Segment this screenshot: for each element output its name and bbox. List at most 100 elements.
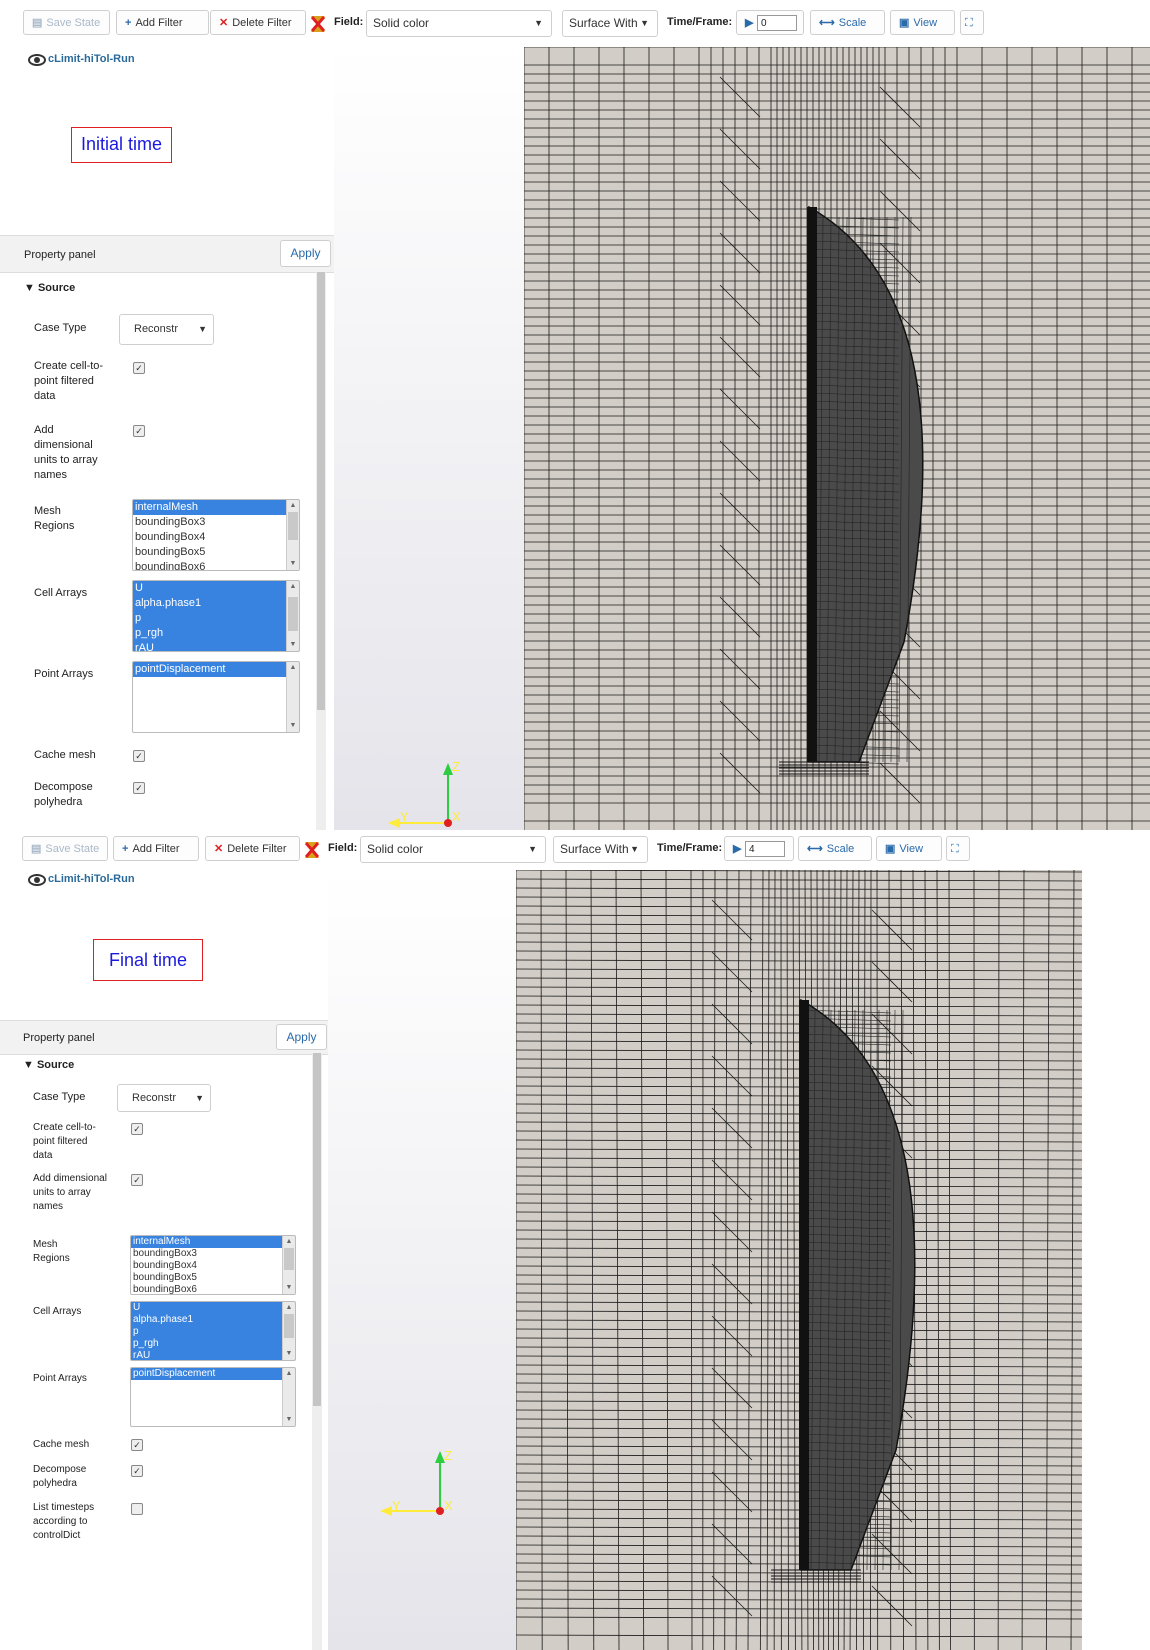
mesh-render [524, 47, 1150, 830]
list-item[interactable]: U [133, 581, 299, 596]
eye-icon[interactable] [28, 54, 46, 66]
pipeline-browser: cLimit-hiTol-Run Initial time [0, 40, 340, 235]
pipeline-source-name[interactable]: cLimit-hiTol-Run [48, 53, 135, 65]
add-filter-button[interactable]: + Add Filter [113, 836, 199, 861]
reset-camera-button[interactable]: ⛶ [946, 836, 970, 861]
property-panel-header: Property panel Apply [0, 235, 340, 273]
list-item[interactable]: p [133, 611, 299, 626]
apply-button[interactable]: Apply [276, 1024, 327, 1050]
scale-icon: ⟷ [807, 843, 823, 855]
view-button[interactable]: ▣ View [890, 10, 955, 35]
point-arrays-list[interactable]: pointDisplacement ▲ ▼ [130, 1367, 296, 1427]
delete-filter-button[interactable]: ✕ Delete Filter [205, 836, 300, 861]
list-timesteps-checkbox[interactable] [131, 1503, 143, 1515]
view-button[interactable]: ▣ View [876, 836, 942, 861]
play-step-icon[interactable]: ▶ [733, 837, 741, 862]
save-state-button[interactable]: ▤ Save State [22, 836, 108, 861]
list-scrollbar[interactable]: ▲ ▼ [282, 1236, 295, 1294]
mesh-regions-list[interactable]: internalMesh boundingBox3 boundingBox4 b… [132, 499, 300, 571]
add-dimensional-units-checkbox[interactable]: ✓ [131, 1174, 143, 1186]
axis-y-label: Y [400, 809, 409, 824]
case-type-select[interactable]: Reconstr ▼ [119, 314, 214, 345]
property-panel-scrollbar[interactable] [312, 1053, 322, 1650]
list-item[interactable]: pointDisplacement [133, 662, 299, 677]
add-dimensional-units-checkbox[interactable]: ✓ [133, 425, 145, 437]
delete-filter-icon[interactable] [305, 842, 319, 858]
scale-button[interactable]: ⟷ Scale [798, 836, 872, 861]
list-item[interactable]: alpha.phase1 [133, 596, 299, 611]
eye-icon[interactable] [28, 874, 46, 886]
list-item[interactable]: boundingBox3 [133, 515, 299, 530]
case-type-select[interactable]: Reconstr ▼ [117, 1084, 211, 1112]
time-frame-input[interactable]: 4 [745, 841, 785, 857]
mesh-regions-list[interactable]: internalMesh boundingBox3 boundingBox4 b… [130, 1235, 296, 1295]
decompose-polyhedra-checkbox[interactable]: ✓ [131, 1465, 143, 1477]
create-cell-to-point-checkbox[interactable]: ✓ [133, 362, 145, 374]
representation-select[interactable]: Surface With ▼ [553, 836, 648, 863]
render-viewport[interactable]: Z Y X [334, 47, 1150, 830]
create-cell-to-point-checkbox[interactable]: ✓ [131, 1123, 143, 1135]
list-item[interactable]: alpha.phase1 [131, 1314, 295, 1326]
property-panel-title: Property panel [23, 1032, 95, 1044]
axis-x-label: X [444, 1498, 453, 1513]
list-item[interactable]: boundingBox4 [131, 1260, 295, 1272]
list-item[interactable]: rAU [133, 641, 299, 651]
render-viewport[interactable]: Z Y X [328, 870, 1150, 1650]
source-section-header[interactable]: ▼ Source [23, 1059, 74, 1071]
delete-filter-icon[interactable] [311, 16, 325, 32]
reset-camera-button[interactable]: ⛶ [960, 10, 984, 35]
cell-arrays-list[interactable]: U alpha.phase1 p p_rgh rAU ▲ ▼ [130, 1301, 296, 1361]
point-arrays-list[interactable]: pointDisplacement ▲ ▼ [132, 661, 300, 733]
list-scrollbar[interactable]: ▲ ▼ [286, 581, 299, 651]
dropdown-arrow-icon: ▼ [534, 18, 543, 28]
add-filter-button[interactable]: + Add Filter [116, 10, 209, 35]
dropdown-arrow-icon: ▼ [198, 324, 207, 334]
list-item[interactable]: p [131, 1326, 295, 1338]
reset-camera-icon: ⛶ [951, 843, 959, 855]
property-panel-scrollbar[interactable] [316, 272, 326, 830]
list-item[interactable]: U [131, 1302, 295, 1314]
list-item[interactable]: internalMesh [133, 500, 299, 515]
apply-button[interactable]: Apply [280, 240, 331, 267]
list-scrollbar[interactable]: ▲ ▼ [286, 500, 299, 570]
save-state-button[interactable]: ▤ Save State [23, 10, 110, 35]
delete-filter-button[interactable]: ✕ Delete Filter [210, 10, 306, 35]
list-scrollbar[interactable]: ▲ ▼ [282, 1302, 295, 1360]
bottom-screenshot-panel: ▤ Save State + Add Filter ✕ Delete Filter F… [0, 830, 1150, 1650]
list-item[interactable]: boundingBox6 [133, 560, 299, 570]
cache-mesh-checkbox[interactable]: ✓ [133, 750, 145, 762]
field-select[interactable]: Solid color ▼ [360, 836, 546, 863]
time-frame-input[interactable]: 0 [757, 15, 797, 31]
cache-mesh-checkbox[interactable]: ✓ [131, 1439, 143, 1451]
representation-select[interactable]: Surface With ▼ [562, 10, 658, 37]
list-item[interactable]: boundingBox5 [131, 1272, 295, 1284]
time-frame-label: Time/Frame: [657, 842, 723, 854]
list-item[interactable]: p_rgh [131, 1338, 295, 1350]
list-item[interactable]: boundingBox4 [133, 530, 299, 545]
scale-icon: ⟷ [819, 17, 835, 29]
list-item[interactable]: internalMesh [131, 1236, 295, 1248]
add-dimensional-units-label: Add dimensional units to array names [34, 424, 98, 481]
list-item[interactable]: boundingBox5 [133, 545, 299, 560]
play-step-icon[interactable]: ▶ [745, 11, 753, 36]
plus-icon: + [125, 17, 132, 29]
list-item[interactable]: pointDisplacement [131, 1368, 295, 1380]
triangle-down-icon: ▼ [23, 1059, 34, 1071]
field-select[interactable]: Solid color ▼ [366, 10, 552, 37]
plus-icon: + [122, 843, 129, 855]
source-section-header[interactable]: ▼ Source [24, 282, 75, 294]
cell-arrays-label: Cell Arrays [33, 1306, 82, 1317]
scale-button[interactable]: ⟷ Scale [810, 10, 885, 35]
triangle-down-icon: ▼ [24, 282, 35, 294]
list-item[interactable]: boundingBox6 [131, 1284, 295, 1294]
field-label: Field: [328, 842, 358, 854]
mesh-regions-label: Mesh Regions [34, 505, 75, 532]
list-item[interactable]: p_rgh [133, 626, 299, 641]
cell-arrays-list[interactable]: U alpha.phase1 p p_rgh rAU ▲ ▼ [132, 580, 300, 652]
decompose-polyhedra-checkbox[interactable]: ✓ [133, 782, 145, 794]
list-scrollbar[interactable]: ▲ ▼ [286, 662, 299, 732]
list-scrollbar[interactable]: ▲ ▼ [282, 1368, 295, 1426]
pipeline-source-name[interactable]: cLimit-hiTol-Run [48, 873, 135, 885]
list-item[interactable]: boundingBox3 [131, 1248, 295, 1260]
list-item[interactable]: rAU [131, 1350, 295, 1360]
